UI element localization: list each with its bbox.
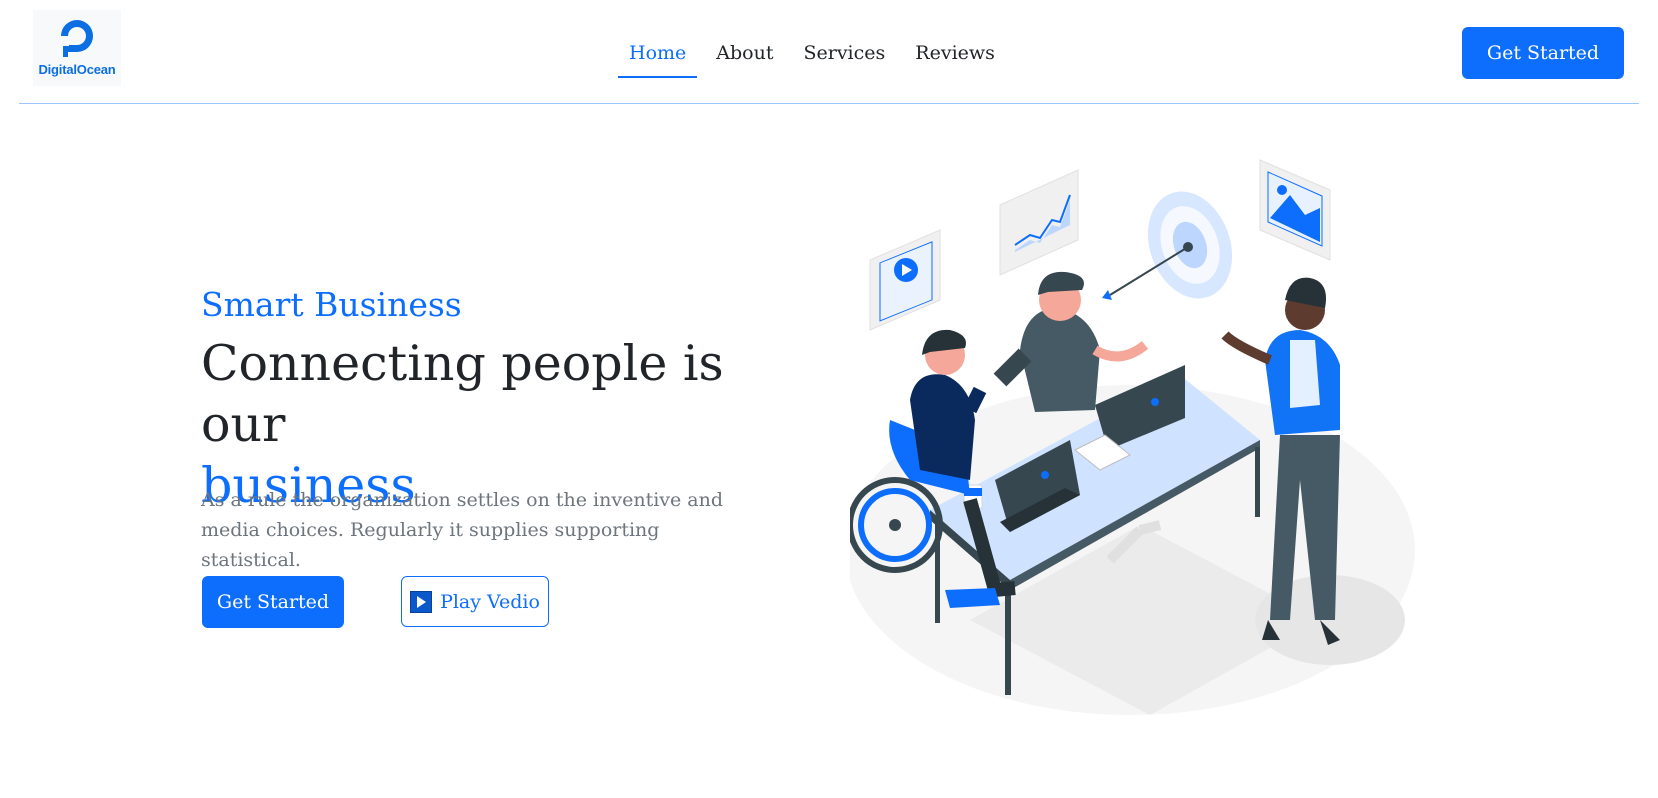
main-nav: Home About Services Reviews: [618, 36, 1014, 78]
nav-reviews[interactable]: Reviews: [904, 36, 1006, 78]
image-card-icon: [1259, 159, 1331, 261]
headline-main: Connecting people is our: [201, 335, 724, 453]
nav-about[interactable]: About: [705, 36, 784, 78]
site-header: DigitalOcean Home About Services Reviews…: [0, 0, 1658, 104]
header-get-started-button[interactable]: Get Started: [1462, 27, 1624, 79]
team-meeting-illustration: [850, 159, 1415, 715]
header-divider: [19, 103, 1639, 104]
digitalocean-logo-icon: [61, 20, 93, 57]
brand-logo[interactable]: DigitalOcean: [33, 10, 121, 86]
hero-lead: As a rule the organization settles on th…: [201, 489, 724, 571]
hero-eyebrow: Smart Business: [201, 285, 462, 324]
hero-get-started-button[interactable]: Get Started: [202, 576, 344, 628]
nav-services[interactable]: Services: [792, 36, 896, 78]
nav-home[interactable]: Home: [618, 36, 698, 78]
play-video-button[interactable]: Play Vedio: [401, 576, 549, 627]
video-card-icon: [869, 229, 941, 331]
play-video-label: Play Vedio: [440, 590, 540, 613]
brand-name: DigitalOcean: [38, 62, 116, 77]
target-icon: [1102, 191, 1233, 300]
growth-chart-card-icon: [999, 169, 1079, 276]
play-icon: [410, 590, 433, 613]
